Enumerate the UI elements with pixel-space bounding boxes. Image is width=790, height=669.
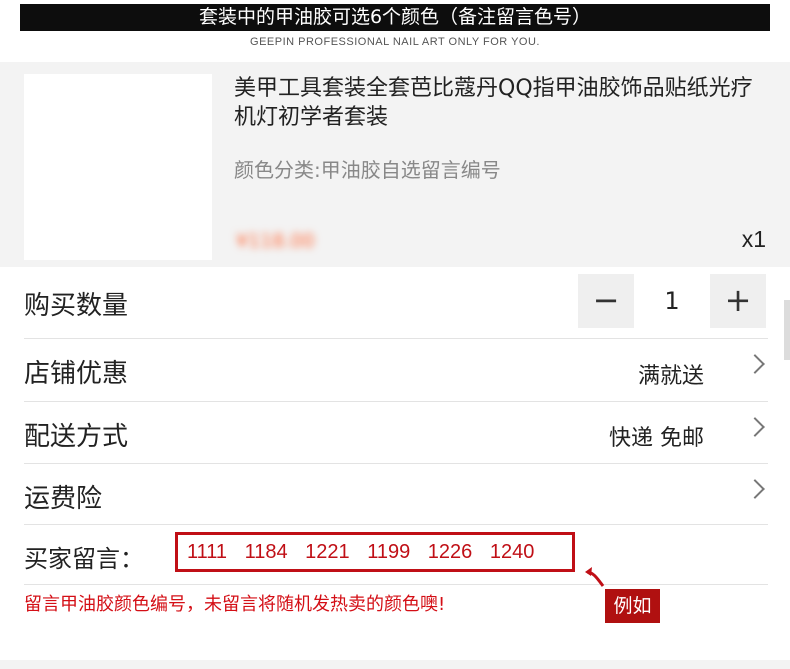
delivery-method-value: 快递 免邮 (609, 426, 704, 451)
quantity-stepper: − 1 + (578, 274, 766, 328)
purchase-quantity-label: 购买数量 (24, 291, 129, 321)
delivery-method-row[interactable]: 配送方式 快递 免邮 (24, 402, 768, 464)
product-thumbnail[interactable] (24, 74, 212, 260)
quantity-value[interactable]: 1 (634, 274, 710, 328)
buyer-message-value: 1111 1184 1221 1199 1226 1240 (187, 541, 535, 563)
chevron-right-icon (745, 354, 765, 374)
decrement-button[interactable]: − (578, 274, 634, 328)
header-banner: 套装中的甲油胶可选6个颜色（备注留言色号） (20, 4, 770, 31)
shipping-insurance-row[interactable]: 运费险 (24, 464, 768, 525)
product-price: ¥118.00 (236, 230, 315, 252)
chevron-right-icon (745, 417, 765, 437)
example-tag: 例如 (605, 589, 660, 623)
scroll-edge (784, 300, 790, 360)
buyer-message-input[interactable]: 1111 1184 1221 1199 1226 1240 (175, 532, 575, 572)
purchase-quantity-row: 购买数量 − 1 + (24, 268, 768, 339)
shipping-insurance-label: 运费险 (24, 484, 103, 514)
buyer-message-label: 买家留言： (24, 545, 144, 573)
product-title[interactable]: 美甲工具套装全套芭比蔻丹QQ指甲油胶饰品贴纸光疗机灯初学者套装 (234, 74, 774, 132)
store-discount-value: 满就送 (637, 364, 704, 389)
brand-subtitle: GEEPIN PROFESSIONAL NAIL ART ONLY FOR YO… (250, 36, 540, 48)
delivery-method-label: 配送方式 (24, 422, 129, 452)
arrow-icon (585, 567, 605, 587)
product-spec: 颜色分类:甲油胶自选留言编号 (234, 158, 501, 182)
store-discount-label: 店铺优惠 (24, 359, 129, 389)
product-quantity: x1 (741, 226, 766, 252)
store-discount-row[interactable]: 店铺优惠 满就送 (24, 339, 768, 402)
chevron-right-icon (745, 479, 765, 499)
bottom-divider (0, 660, 790, 669)
product-card[interactable]: 美甲工具套装全套芭比蔻丹QQ指甲油胶饰品贴纸光疗机灯初学者套装 颜色分类:甲油胶… (0, 62, 790, 267)
message-instruction: 留言甲油胶颜色编号，未留言将随机发热卖的颜色噢! (24, 594, 446, 615)
increment-button[interactable]: + (710, 274, 766, 328)
buyer-message-row: 买家留言： 1111 1184 1221 1199 1226 1240 (24, 526, 768, 585)
